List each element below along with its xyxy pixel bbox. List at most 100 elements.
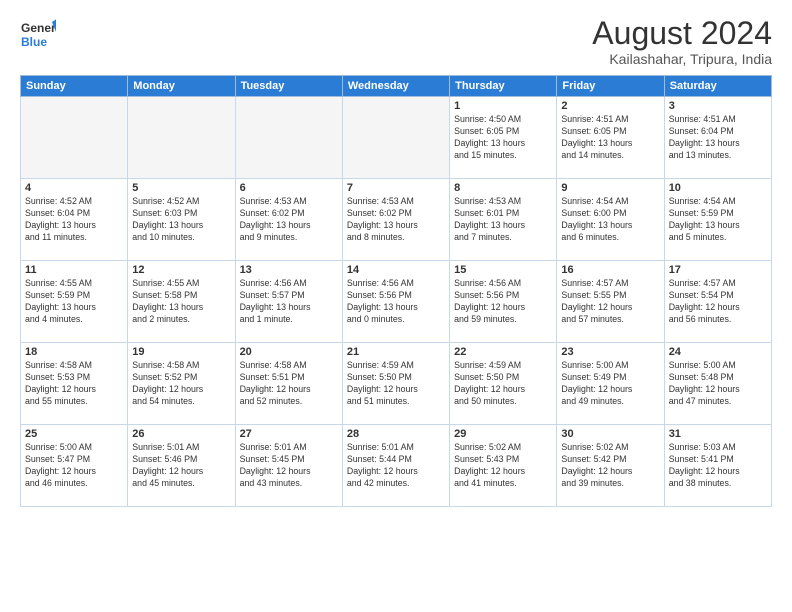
day-number: 31 xyxy=(669,428,767,440)
day-number: 15 xyxy=(454,264,552,276)
day-info: Sunrise: 4:50 AM Sunset: 6:05 PM Dayligh… xyxy=(454,114,552,162)
week-row-4: 18 Sunrise: 4:58 AM Sunset: 5:53 PM Dayli… xyxy=(21,343,772,425)
day-number: 2 xyxy=(561,100,659,112)
calendar-cell: 7 Sunrise: 4:53 AM Sunset: 6:02 PM Daylig… xyxy=(342,179,449,261)
day-info: Sunrise: 4:57 AM Sunset: 5:54 PM Dayligh… xyxy=(669,278,767,326)
calendar-cell: 11 Sunrise: 4:55 AM Sunset: 5:59 PM Dayli… xyxy=(21,261,128,343)
calendar-cell xyxy=(128,97,235,179)
svg-text:Blue: Blue xyxy=(21,35,47,49)
day-number: 17 xyxy=(669,264,767,276)
day-number: 10 xyxy=(669,182,767,194)
day-info: Sunrise: 4:52 AM Sunset: 6:04 PM Dayligh… xyxy=(25,196,123,244)
week-row-2: 4Sunrise: 4:52 AM Sunset: 6:04 PM Daylig… xyxy=(21,179,772,261)
day-info: Sunrise: 5:02 AM Sunset: 5:43 PM Dayligh… xyxy=(454,442,552,490)
day-number: 19 xyxy=(132,346,230,358)
day-number: 11 xyxy=(25,264,123,276)
day-info: Sunrise: 4:56 AM Sunset: 5:56 PM Dayligh… xyxy=(347,278,445,326)
day-info: Sunrise: 4:52 AM Sunset: 6:03 PM Dayligh… xyxy=(132,196,230,244)
calendar-cell: 12 Sunrise: 4:55 AM Sunset: 5:58 PM Dayli… xyxy=(128,261,235,343)
calendar-cell: 22Sunrise: 4:59 AM Sunset: 5:50 PM Dayli… xyxy=(450,343,557,425)
day-number: 18 xyxy=(25,346,123,358)
day-info: Sunrise: 4:56 AM Sunset: 5:57 PM Dayligh… xyxy=(240,278,338,326)
day-number: 5 xyxy=(132,182,230,194)
day-info: Sunrise: 5:00 AM Sunset: 5:47 PM Dayligh… xyxy=(25,442,123,490)
month-title: August 2024 xyxy=(592,16,772,51)
day-number: 28 xyxy=(347,428,445,440)
header-friday: Friday xyxy=(557,76,664,97)
day-number: 7 xyxy=(347,182,445,194)
calendar-cell xyxy=(235,97,342,179)
calendar-cell: 10Sunrise: 4:54 AM Sunset: 5:59 PM Dayli… xyxy=(664,179,771,261)
day-number: 9 xyxy=(561,182,659,194)
day-number: 16 xyxy=(561,264,659,276)
calendar-cell: 16 Sunrise: 4:57 AM Sunset: 5:55 PM Dayli… xyxy=(557,261,664,343)
calendar-cell: 9 Sunrise: 4:54 AM Sunset: 6:00 PM Daylig… xyxy=(557,179,664,261)
day-info: Sunrise: 5:01 AM Sunset: 5:45 PM Dayligh… xyxy=(240,442,338,490)
calendar-cell: 6 Sunrise: 4:53 AM Sunset: 6:02 PM Daylig… xyxy=(235,179,342,261)
day-number: 6 xyxy=(240,182,338,194)
day-number: 29 xyxy=(454,428,552,440)
calendar-cell: 3 Sunrise: 4:51 AM Sunset: 6:04 PM Daylig… xyxy=(664,97,771,179)
calendar-cell: 1 Sunrise: 4:50 AM Sunset: 6:05 PM Daylig… xyxy=(450,97,557,179)
day-number: 21 xyxy=(347,346,445,358)
calendar-cell: 29 Sunrise: 5:02 AM Sunset: 5:43 PM Dayli… xyxy=(450,425,557,507)
calendar-cell: 5 Sunrise: 4:52 AM Sunset: 6:03 PM Daylig… xyxy=(128,179,235,261)
page: General Blue August 2024 Kailashahar, Tr… xyxy=(0,0,792,612)
day-info: Sunrise: 4:58 AM Sunset: 5:52 PM Dayligh… xyxy=(132,360,230,408)
calendar-cell: 31 Sunrise: 5:03 AM Sunset: 5:41 PM Dayli… xyxy=(664,425,771,507)
logo-icon: General Blue xyxy=(20,16,56,52)
calendar-cell: 23 Sunrise: 5:00 AM Sunset: 5:49 PM Dayli… xyxy=(557,343,664,425)
day-info: Sunrise: 4:53 AM Sunset: 6:02 PM Dayligh… xyxy=(240,196,338,244)
day-info: Sunrise: 4:55 AM Sunset: 5:58 PM Dayligh… xyxy=(132,278,230,326)
calendar-cell: 27 Sunrise: 5:01 AM Sunset: 5:45 PM Dayli… xyxy=(235,425,342,507)
day-number: 14 xyxy=(347,264,445,276)
header-monday: Monday xyxy=(128,76,235,97)
calendar-cell: 19 Sunrise: 4:58 AM Sunset: 5:52 PM Dayli… xyxy=(128,343,235,425)
day-info: Sunrise: 5:03 AM Sunset: 5:41 PM Dayligh… xyxy=(669,442,767,490)
calendar-cell: 4Sunrise: 4:52 AM Sunset: 6:04 PM Daylig… xyxy=(21,179,128,261)
day-info: Sunrise: 5:00 AM Sunset: 5:48 PM Dayligh… xyxy=(669,360,767,408)
day-info: Sunrise: 4:53 AM Sunset: 6:02 PM Dayligh… xyxy=(347,196,445,244)
day-number: 3 xyxy=(669,100,767,112)
logo: General Blue xyxy=(20,16,56,52)
calendar-cell: 17 Sunrise: 4:57 AM Sunset: 5:54 PM Dayli… xyxy=(664,261,771,343)
day-info: Sunrise: 4:53 AM Sunset: 6:01 PM Dayligh… xyxy=(454,196,552,244)
day-info: Sunrise: 4:56 AM Sunset: 5:56 PM Dayligh… xyxy=(454,278,552,326)
day-info: Sunrise: 4:59 AM Sunset: 5:50 PM Dayligh… xyxy=(454,360,552,408)
day-info: Sunrise: 4:55 AM Sunset: 5:59 PM Dayligh… xyxy=(25,278,123,326)
header-wednesday: Wednesday xyxy=(342,76,449,97)
title-area: August 2024 Kailashahar, Tripura, India xyxy=(592,16,772,67)
calendar-table: Sunday Monday Tuesday Wednesday Thursday… xyxy=(20,75,772,507)
day-number: 12 xyxy=(132,264,230,276)
day-info: Sunrise: 4:54 AM Sunset: 6:00 PM Dayligh… xyxy=(561,196,659,244)
calendar-cell: 18 Sunrise: 4:58 AM Sunset: 5:53 PM Dayli… xyxy=(21,343,128,425)
day-number: 27 xyxy=(240,428,338,440)
day-number: 30 xyxy=(561,428,659,440)
day-info: Sunrise: 5:00 AM Sunset: 5:49 PM Dayligh… xyxy=(561,360,659,408)
header-saturday: Saturday xyxy=(664,76,771,97)
calendar-cell xyxy=(21,97,128,179)
day-info: Sunrise: 4:58 AM Sunset: 5:53 PM Dayligh… xyxy=(25,360,123,408)
calendar-cell: 14 Sunrise: 4:56 AM Sunset: 5:56 PM Dayli… xyxy=(342,261,449,343)
day-number: 23 xyxy=(561,346,659,358)
day-info: Sunrise: 4:51 AM Sunset: 6:05 PM Dayligh… xyxy=(561,114,659,162)
day-number: 20 xyxy=(240,346,338,358)
day-info: Sunrise: 5:01 AM Sunset: 5:44 PM Dayligh… xyxy=(347,442,445,490)
calendar-cell: 8Sunrise: 4:53 AM Sunset: 6:01 PM Daylig… xyxy=(450,179,557,261)
header-sunday: Sunday xyxy=(21,76,128,97)
day-info: Sunrise: 4:57 AM Sunset: 5:55 PM Dayligh… xyxy=(561,278,659,326)
weekday-header-row: Sunday Monday Tuesday Wednesday Thursday… xyxy=(21,76,772,97)
day-info: Sunrise: 4:51 AM Sunset: 6:04 PM Dayligh… xyxy=(669,114,767,162)
day-number: 24 xyxy=(669,346,767,358)
day-number: 13 xyxy=(240,264,338,276)
calendar-cell: 15 Sunrise: 4:56 AM Sunset: 5:56 PM Dayli… xyxy=(450,261,557,343)
location-subtitle: Kailashahar, Tripura, India xyxy=(592,51,772,67)
day-info: Sunrise: 4:58 AM Sunset: 5:51 PM Dayligh… xyxy=(240,360,338,408)
day-number: 25 xyxy=(25,428,123,440)
week-row-1: 1 Sunrise: 4:50 AM Sunset: 6:05 PM Daylig… xyxy=(21,97,772,179)
day-info: Sunrise: 4:59 AM Sunset: 5:50 PM Dayligh… xyxy=(347,360,445,408)
calendar-cell: 30Sunrise: 5:02 AM Sunset: 5:42 PM Dayli… xyxy=(557,425,664,507)
calendar-cell: 2 Sunrise: 4:51 AM Sunset: 6:05 PM Daylig… xyxy=(557,97,664,179)
calendar-cell: 28 Sunrise: 5:01 AM Sunset: 5:44 PM Dayli… xyxy=(342,425,449,507)
day-number: 1 xyxy=(454,100,552,112)
